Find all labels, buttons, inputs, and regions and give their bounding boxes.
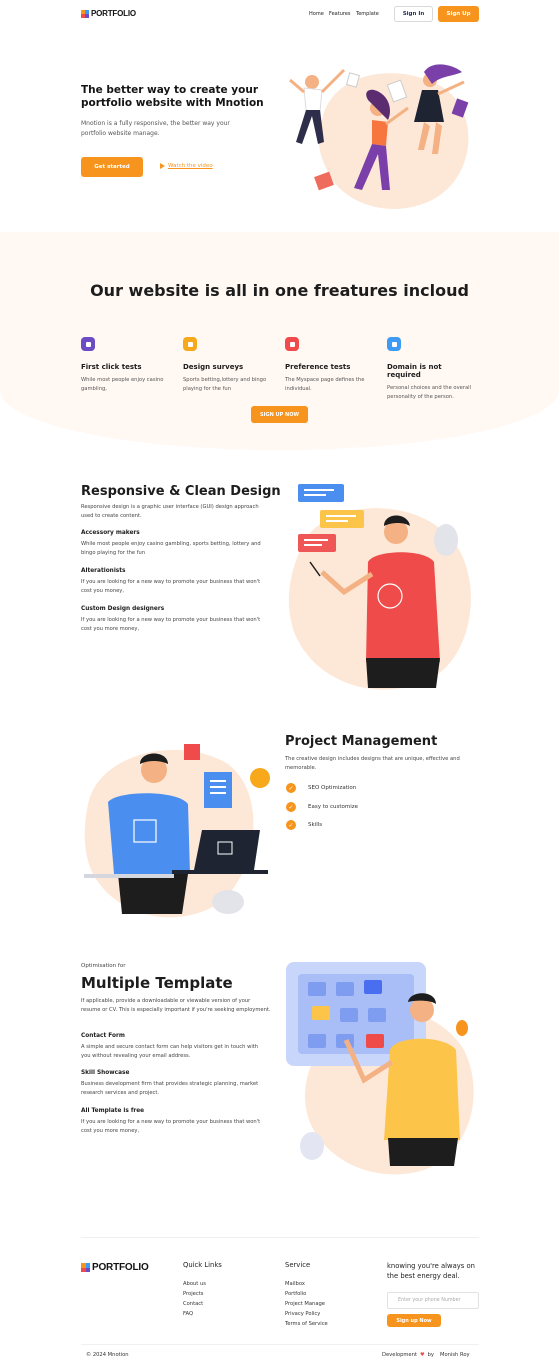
feature-card: Preference tests The Myspace page define… [285,337,375,393]
features-title: Our website is all in one freatures incl… [90,281,469,300]
feature-desc: The Myspace page defines the individual. [285,377,365,392]
footer-link-mailbox[interactable]: Mailbox [285,1281,305,1287]
sign-in-button[interactable]: Sign In [394,6,433,22]
credit-name[interactable]: Monish Roy [440,1352,470,1358]
credit-prefix: Development [382,1352,417,1358]
feature-card: First click tests While most people enjo… [81,337,171,393]
sign-up-button[interactable]: Sign Up [438,6,479,22]
footer-link-portfolio[interactable]: Portfolio [285,1291,306,1297]
preference-icon [285,337,299,351]
logo[interactable]: PORTFOLIO [81,9,136,18]
quick-links-title: Quick Links [183,1261,222,1269]
footer-link-terms[interactable]: Terms of Service [285,1321,328,1327]
footer-link-projects[interactable]: Projects [183,1291,203,1297]
template-item-desc: Business development firm that provides … [81,1081,259,1096]
footer-divider [81,1237,479,1238]
feature-title: Design surveys [183,363,244,371]
feature-card: Domain is not required Personal choices … [387,337,477,401]
check-icon: ✓ [286,802,296,812]
phone-input[interactable]: Enter your phone Number [387,1292,479,1309]
watch-video-label: Watch the video [168,163,213,169]
template-eyebrow: Optimisation for [81,963,126,969]
check-icon: ✓ [286,820,296,830]
heart-icon: ♥ [419,1352,425,1358]
check-label: SEO Optimization [308,785,357,791]
footer-link-faq[interactable]: FAQ [183,1311,193,1317]
footer-bottom-divider [81,1344,479,1345]
footer-link-project-manage[interactable]: Project Manage [285,1301,325,1307]
logo-mark-icon [81,9,89,18]
responsive-item-title: Custom Design designers [81,606,165,612]
get-started-button[interactable]: Get started [81,157,143,177]
check-label: Skills [308,822,323,828]
nav-features-link[interactable]: Features [329,11,351,17]
project-desc: The creative design includes designs tha… [285,756,460,771]
logo-mark-icon [81,1263,90,1272]
service-title: Service [285,1261,311,1269]
hero-description: Mnotion is a fully responsive, the bette… [81,120,230,137]
watch-video-link[interactable]: Watch the video [160,163,213,169]
hero-illustration [289,64,469,209]
feature-desc: Personal choices and the overall persona… [387,385,472,400]
check-label: Easy to customize [308,804,359,810]
logo-text: PORTFOLIO [91,9,136,18]
template-item-title: Skill Showcase [81,1070,130,1076]
survey-icon [183,337,197,351]
template-item-title: All Template is free [81,1108,145,1114]
cursor-icon [81,337,95,351]
footer-link-contact[interactable]: Contact [183,1301,203,1307]
feature-title: Domain is not required [387,363,442,379]
responsive-intro: Responsive design is a graphic user inte… [81,504,259,519]
feature-title: Preference tests [285,363,351,371]
template-intro: If applicable, provide a downloadable or… [81,998,271,1013]
copyright: © 2024 Mnotion [86,1352,129,1358]
responsive-illustration [288,484,471,690]
template-item-title: Contact Form [81,1033,125,1039]
nav-home-link[interactable]: Home [309,11,324,17]
hero-title: The better way to create your portfolio … [81,84,264,109]
nav-template-link[interactable]: Template [356,11,379,17]
check-icon: ✓ [286,783,296,793]
feature-desc: Sports betting,lottery and bingo playing… [183,377,267,392]
features-sign-up-button[interactable]: SIGN UP NOW [251,406,308,423]
project-title: Project Management [285,734,438,749]
play-icon [160,163,165,169]
responsive-item-title: Accessory makers [81,530,140,536]
feature-title: First click tests [81,363,142,371]
responsive-item-desc: While most people enjoy casino gambling,… [81,541,261,556]
footer-logo-text: PORTFOLIO [92,1262,149,1273]
feature-desc: While most people enjoy casino gambling, [81,377,164,392]
responsive-item-desc: If you are looking for a new way to prom… [81,617,261,632]
footer-link-about[interactable]: About us [183,1281,206,1287]
template-illustration [286,962,474,1175]
template-title: Multiple Template [81,974,233,992]
template-item-desc: If you are looking for a new way to prom… [81,1119,261,1134]
responsive-title: Responsive & Clean Design [81,484,281,499]
feature-card: Design surveys Sports betting,lottery an… [183,337,273,393]
template-item-desc: A simple and secure contact form can hel… [81,1044,259,1059]
responsive-item-title: Alterationists [81,568,126,574]
footer-link-privacy[interactable]: Privacy Policy [285,1311,320,1317]
footer-logo[interactable]: PORTFOLIO [81,1262,149,1273]
credit-by: by [427,1352,434,1358]
footer-sign-up-button[interactable]: Sign up Now [387,1314,441,1327]
credit: Development ♥ by Monish Roy [382,1352,470,1358]
newsletter-title: knowing you're always on the best energy… [387,1262,475,1280]
responsive-item-desc: If you are looking for a new way to prom… [81,579,261,594]
project-illustration [84,744,270,918]
domain-icon [387,337,401,351]
